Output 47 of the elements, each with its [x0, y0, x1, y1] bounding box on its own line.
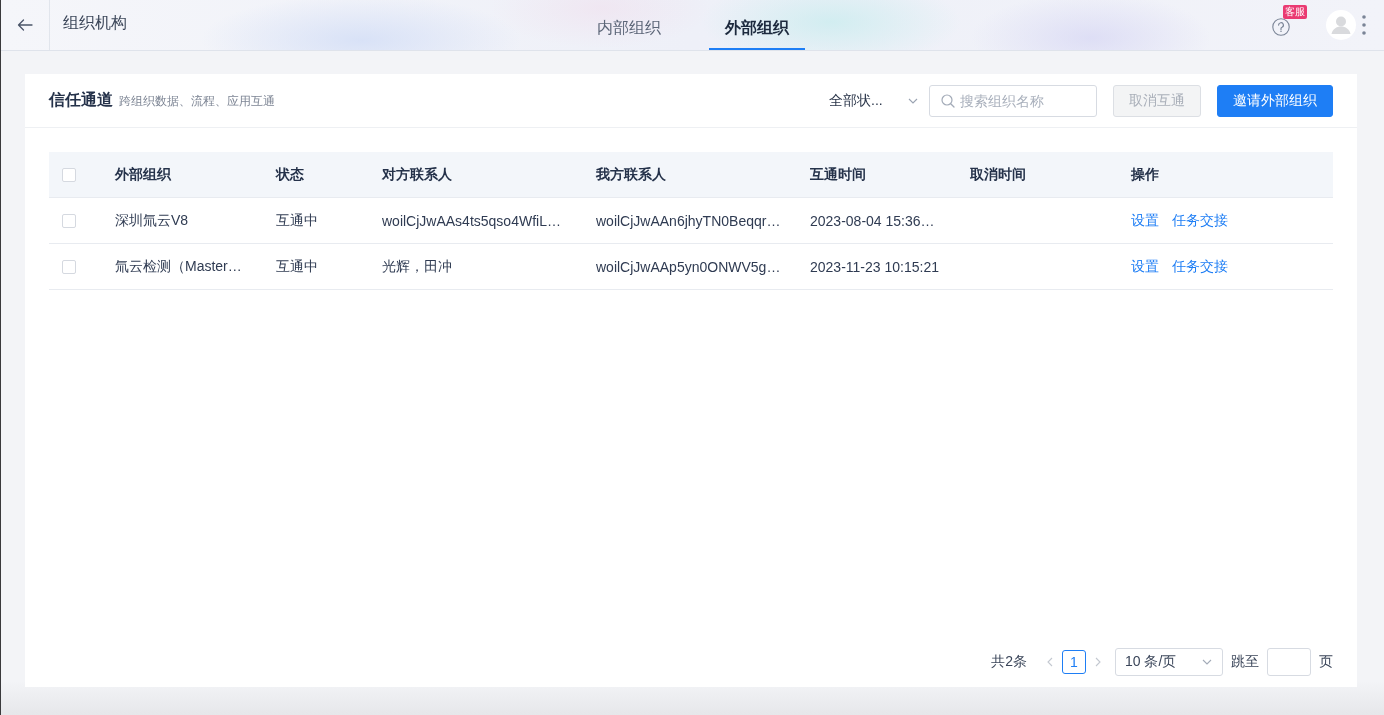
column-header: 互通时间 — [810, 165, 866, 184]
action-link[interactable]: 任务交接 — [1172, 257, 1228, 276]
chevron-down-icon — [1202, 659, 1212, 665]
jump-label: 跳至 — [1231, 653, 1259, 671]
column-header: 我方联系人 — [596, 165, 666, 184]
page-input-field[interactable] — [1267, 648, 1311, 676]
table-cell: woilCjJwAAs4ts5qso4WfiL… — [382, 212, 561, 229]
panel-title: 信任通道 — [49, 90, 113, 110]
table-cell: 深圳氚云V8 — [115, 211, 189, 230]
help-icon[interactable] — [1272, 17, 1290, 36]
row-checkbox[interactable] — [62, 259, 76, 274]
page-size-dropdown[interactable]: 10 条/页 — [1115, 648, 1223, 676]
table-cell: woilCjJwAAn6jhyTN0Beqqr… — [596, 212, 781, 229]
panel-subtitle: 跨组织数据、流程、应用互通 — [119, 93, 275, 110]
status-filter-value: 全部状... — [829, 91, 883, 110]
search-field[interactable]: 搜索组织名称 — [929, 84, 1097, 117]
table-cell: 2023-11-23 10:15:21 — [810, 258, 939, 275]
action-link[interactable]: 设置 — [1131, 211, 1159, 230]
tab[interactable]: 内部组织 — [580, 0, 677, 50]
support-badge[interactable]: 客服 — [1283, 4, 1307, 19]
page-size-value: 10 条/页 — [1125, 653, 1177, 671]
invite-organization-button[interactable]: 邀请外部组织 — [1217, 84, 1333, 117]
avatar-icon[interactable] — [1326, 10, 1356, 40]
column-header: 对方联系人 — [382, 165, 452, 184]
column-header: 操作 — [1131, 165, 1159, 184]
column-header: 外部组织 — [115, 165, 171, 184]
table-cell: 2023-08-04 15:36… — [810, 212, 935, 229]
column-header: 取消时间 — [970, 165, 1026, 184]
table-cell: woilCjJwAAp5yn0ONWV5g… — [596, 258, 781, 275]
action-link[interactable]: 任务交接 — [1172, 211, 1228, 230]
table-cell: 互通中 — [276, 211, 318, 230]
action-link[interactable]: 设置 — [1131, 257, 1159, 276]
total-count: 共2条 — [991, 653, 1027, 671]
status-filter-dropdown[interactable]: 全部状... — [829, 91, 918, 110]
page-suffix: 页 — [1319, 653, 1333, 671]
search-icon — [941, 93, 955, 108]
more-icon[interactable] — [1362, 15, 1366, 35]
page-button[interactable]: 1 — [1062, 650, 1086, 674]
table-cell: 氚云检测（Master… — [115, 257, 242, 276]
back-arrow-icon — [17, 19, 33, 31]
column-header: 状态 — [276, 165, 304, 184]
select-all-checkbox[interactable] — [62, 167, 76, 182]
table-cell: 互通中 — [276, 257, 318, 276]
table-cell: 光辉，田冲 — [382, 257, 452, 276]
page-title: 组织机构 — [63, 13, 127, 33]
chevron-down-icon — [908, 97, 918, 104]
row-checkbox[interactable] — [62, 213, 76, 228]
